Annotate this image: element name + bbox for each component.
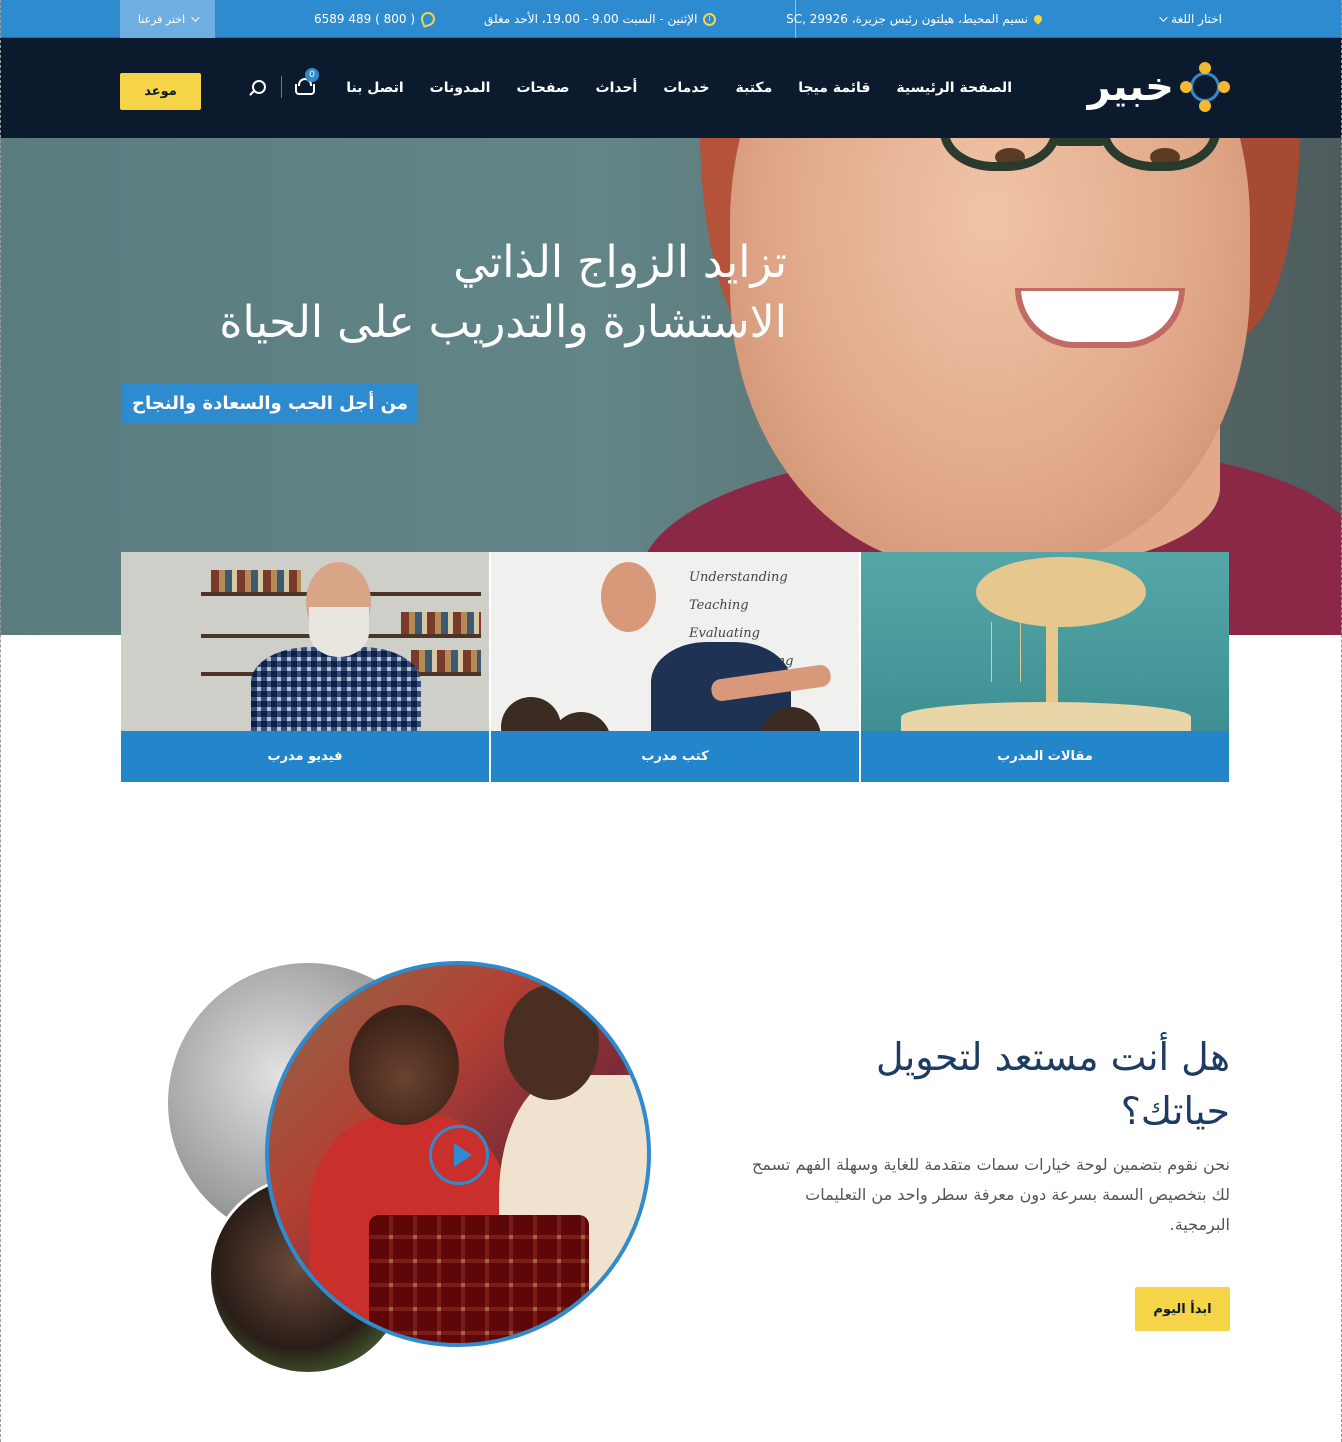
hero-photo-glasses-bridge xyxy=(1055,138,1105,146)
feature-cards: مقالات المدرب Understanding Teaching Eva… xyxy=(121,552,1229,782)
card-image-tree-book xyxy=(861,552,1229,731)
nav-mega-menu[interactable]: قائمة ميجا xyxy=(798,80,870,96)
address-info: نسيم المحيط، هيلتون رئيس جزيرة، SC, 2992… xyxy=(786,0,1044,38)
hero-title-line2: الاستشارة والتدريب على الحياة xyxy=(219,297,787,348)
logo[interactable]: خبير xyxy=(1088,62,1230,112)
main-header: خبير الصفحة الرئيسية قائمة ميجا مكتبة خد… xyxy=(0,38,1342,138)
phone-icon xyxy=(419,10,437,28)
phone-info[interactable]: ( 800 ) 489 6589 xyxy=(314,0,437,38)
about-text: نحن نقوم بتضمين لوحة خيارات سمات متقدمة … xyxy=(752,1155,1230,1234)
hero-badge: من أجل الحب والسعادة والنجاح xyxy=(122,383,418,423)
card-label: مقالات المدرب xyxy=(861,731,1229,782)
location-pin-icon xyxy=(1032,13,1044,25)
nav-events[interactable]: أحداث xyxy=(596,80,638,96)
nav-blogs[interactable]: المدونات xyxy=(430,80,491,96)
address-text: نسيم المحيط، هيلتون رئيس جزيرة، SC, 2992… xyxy=(786,12,1028,26)
top-bar: اختار اللغة نسيم المحيط، هيلتون رئيس جزي… xyxy=(0,0,1342,38)
nav-library[interactable]: مكتبة xyxy=(736,80,773,96)
card-coach-video[interactable]: فيديو مدرب xyxy=(121,552,489,782)
opening-hours: الإثنين - السبت 9.00 - 19.00، الأحد مغلق xyxy=(484,0,717,38)
page-border-left xyxy=(0,0,1,1442)
nav-pages[interactable]: صفحات xyxy=(516,80,569,96)
phone-text: ( 800 ) 489 6589 xyxy=(314,12,415,26)
about-title: هل أنت مستعد لتحويل حياتك؟ xyxy=(875,1035,1230,1133)
hero-title: تزايد الزواج الذاتي الاستشارة والتدريب ع… xyxy=(219,233,787,353)
language-label: اختار اللغة xyxy=(1171,12,1222,26)
cart-count-badge: 0 xyxy=(305,68,319,82)
card-image-bearded-man xyxy=(121,552,489,731)
appointment-button[interactable]: موعد xyxy=(120,73,201,110)
card-coach-books[interactable]: Understanding Teaching Evaluating Commun… xyxy=(491,552,859,782)
people-network-icon xyxy=(1180,62,1230,112)
play-video-icon[interactable] xyxy=(429,1125,489,1185)
branch-selector[interactable]: اختر فرعنا xyxy=(120,0,215,38)
main-nav: الصفحة الرئيسية قائمة ميجا مكتبة خدمات أ… xyxy=(346,38,1012,138)
photo-circle-main xyxy=(265,961,651,1347)
card-label: كتب مدرب xyxy=(491,731,859,782)
hero-title-line1: تزايد الزواج الذاتي xyxy=(453,237,787,288)
logo-text: خبير xyxy=(1087,64,1174,110)
chevron-down-icon xyxy=(191,13,200,22)
language-selector[interactable]: اختار اللغة xyxy=(1159,0,1222,38)
card-coach-articles[interactable]: مقالات المدرب xyxy=(861,552,1229,782)
header-divider xyxy=(281,76,282,98)
chevron-down-icon xyxy=(1159,13,1168,22)
nav-contact[interactable]: اتصل بنا xyxy=(346,80,403,96)
clock-icon xyxy=(703,12,717,26)
nav-home[interactable]: الصفحة الرئيسية xyxy=(896,80,1012,96)
search-icon[interactable] xyxy=(252,80,266,94)
card-label: فيديو مدرب xyxy=(121,731,489,782)
start-today-button[interactable]: ابدأ اليوم xyxy=(1135,1287,1230,1331)
hours-text: الإثنين - السبت 9.00 - 19.00، الأحد مغلق xyxy=(484,12,698,26)
cart-icon[interactable]: 0 xyxy=(293,68,319,98)
topbar-divider xyxy=(795,0,796,38)
nav-services[interactable]: خدمات xyxy=(663,80,709,96)
card-image-teacher: Understanding Teaching Evaluating Commun… xyxy=(491,552,859,731)
branch-label: اختر فرعنا xyxy=(137,12,186,26)
